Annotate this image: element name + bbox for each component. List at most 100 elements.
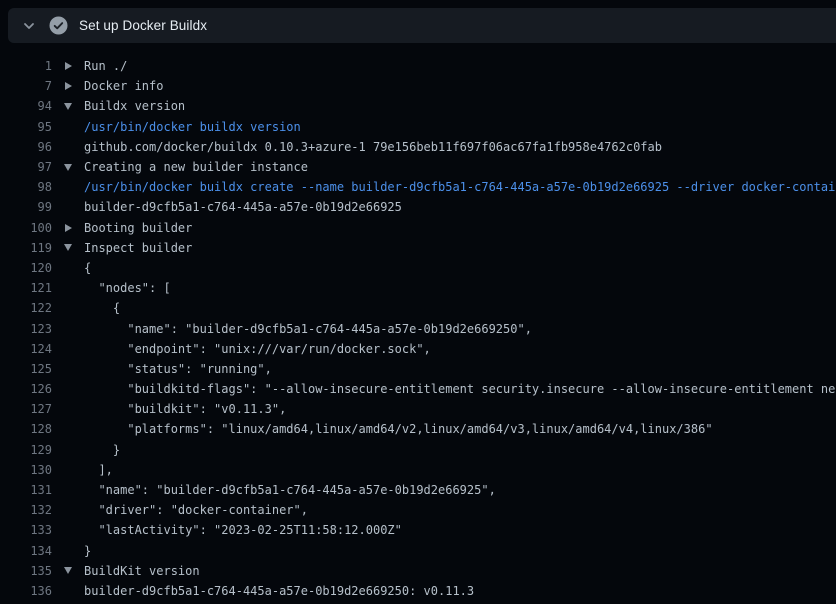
toggle-arrow	[52, 224, 84, 232]
log-text: Inspect builder	[84, 241, 192, 255]
log-line: 127 "buildkit": "v0.11.3",	[0, 399, 836, 419]
log-line: 130 ],	[0, 460, 836, 480]
line-number[interactable]: 136	[0, 584, 52, 598]
log-text: Buildx version	[84, 99, 185, 113]
line-number[interactable]: 130	[0, 463, 52, 477]
log-text: {	[84, 301, 120, 315]
line-number[interactable]: 94	[0, 99, 52, 113]
line-number[interactable]: 128	[0, 422, 52, 436]
line-number[interactable]: 95	[0, 120, 52, 134]
log-line: 125 "status": "running",	[0, 359, 836, 379]
log-text: builder-d9cfb5a1-c764-445a-a57e-0b19d2e6…	[84, 200, 402, 214]
log-text: "buildkitd-flags": "--allow-insecure-ent…	[84, 382, 836, 396]
log-line: 122 {	[0, 298, 836, 318]
triangle-down-icon[interactable]	[64, 164, 72, 171]
log-text: ],	[84, 463, 113, 477]
chevron-down-icon[interactable]	[21, 18, 37, 34]
log-text: "platforms": "linux/amd64,linux/amd64/v2…	[84, 422, 713, 436]
log-line: 129 }	[0, 440, 836, 460]
line-number[interactable]: 134	[0, 544, 52, 558]
toggle-arrow	[52, 567, 84, 574]
toggle-arrow	[52, 244, 84, 251]
toggle-arrow	[52, 62, 84, 70]
line-number[interactable]: 98	[0, 180, 52, 194]
line-number[interactable]: 1	[0, 59, 52, 73]
log-text: {	[84, 261, 91, 275]
line-number[interactable]: 119	[0, 241, 52, 255]
log-text: Docker info	[84, 79, 163, 93]
line-number[interactable]: 100	[0, 221, 52, 235]
line-number[interactable]: 123	[0, 322, 52, 336]
log-line[interactable]: 1 Run ./	[0, 56, 836, 76]
step-title: Set up Docker Buildx	[79, 18, 207, 33]
log-line[interactable]: 119 Inspect builder	[0, 238, 836, 258]
line-number[interactable]: 129	[0, 443, 52, 457]
log-text: BuildKit version	[84, 564, 200, 578]
workflow-log-viewer: Set up Docker Buildx 1 Run ./ 7 Docker i…	[0, 0, 836, 604]
log-line: 124 "endpoint": "unix:///var/run/docker.…	[0, 339, 836, 359]
log-line[interactable]: 100 Booting builder	[0, 218, 836, 238]
step-header[interactable]: Set up Docker Buildx	[8, 8, 836, 43]
log-line: 136 builder-d9cfb5a1-c764-445a-a57e-0b19…	[0, 581, 836, 601]
line-number[interactable]: 133	[0, 523, 52, 537]
log-text: "lastActivity": "2023-02-25T11:58:12.000…	[84, 523, 402, 537]
triangle-right-icon[interactable]	[65, 62, 72, 70]
log-text: Creating a new builder instance	[84, 160, 308, 174]
line-number[interactable]: 96	[0, 140, 52, 154]
triangle-right-icon[interactable]	[65, 82, 72, 90]
log-text: }	[84, 544, 91, 558]
log-text: "name": "builder-d9cfb5a1-c764-445a-a57e…	[84, 322, 532, 336]
log-line: 96 github.com/docker/buildx 0.10.3+azure…	[0, 137, 836, 157]
line-number[interactable]: 132	[0, 503, 52, 517]
log-line: 121 "nodes": [	[0, 278, 836, 298]
log-text: /usr/bin/docker buildx create --name bui…	[84, 180, 836, 194]
log-line: 95 /usr/bin/docker buildx version	[0, 117, 836, 137]
log-text: "status": "running",	[84, 362, 272, 376]
line-number[interactable]: 135	[0, 564, 52, 578]
log-line: 131 "name": "builder-d9cfb5a1-c764-445a-…	[0, 480, 836, 500]
log-text: "name": "builder-d9cfb5a1-c764-445a-a57e…	[84, 483, 496, 497]
line-number[interactable]: 121	[0, 281, 52, 295]
log-line: 133 "lastActivity": "2023-02-25T11:58:12…	[0, 520, 836, 540]
log-line[interactable]: 135 BuildKit version	[0, 561, 836, 581]
toggle-arrow	[52, 103, 84, 110]
line-number[interactable]: 97	[0, 160, 52, 174]
log-line[interactable]: 97 Creating a new builder instance	[0, 157, 836, 177]
log-text: "buildkit": "v0.11.3",	[84, 402, 286, 416]
log-line[interactable]: 94 Buildx version	[0, 96, 836, 116]
line-number[interactable]: 120	[0, 261, 52, 275]
triangle-down-icon[interactable]	[64, 103, 72, 110]
line-number[interactable]: 126	[0, 382, 52, 396]
triangle-down-icon[interactable]	[64, 244, 72, 251]
log-line: 134 }	[0, 541, 836, 561]
log-text: "driver": "docker-container",	[84, 503, 308, 517]
log-text: Booting builder	[84, 221, 192, 235]
log-text: "nodes": [	[84, 281, 171, 295]
line-number[interactable]: 124	[0, 342, 52, 356]
line-number[interactable]: 131	[0, 483, 52, 497]
triangle-right-icon[interactable]	[65, 224, 72, 232]
log-line: 128 "platforms": "linux/amd64,linux/amd6…	[0, 419, 836, 439]
log-lines: 1 Run ./ 7 Docker info 94 Buildx version…	[0, 43, 836, 604]
log-line[interactable]: 7 Docker info	[0, 76, 836, 96]
log-text: builder-d9cfb5a1-c764-445a-a57e-0b19d2e6…	[84, 584, 474, 598]
log-line: 132 "driver": "docker-container",	[0, 500, 836, 520]
toggle-arrow	[52, 82, 84, 90]
log-line: 98 /usr/bin/docker buildx create --name …	[0, 177, 836, 197]
log-text: github.com/docker/buildx 0.10.3+azure-1 …	[84, 140, 662, 154]
line-number[interactable]: 7	[0, 79, 52, 93]
log-line: 99 builder-d9cfb5a1-c764-445a-a57e-0b19d…	[0, 197, 836, 217]
log-line: 126 "buildkitd-flags": "--allow-insecure…	[0, 379, 836, 399]
log-line: 123 "name": "builder-d9cfb5a1-c764-445a-…	[0, 318, 836, 338]
log-line: 120 {	[0, 258, 836, 278]
line-number[interactable]: 122	[0, 301, 52, 315]
line-number[interactable]: 125	[0, 362, 52, 376]
log-text: "endpoint": "unix:///var/run/docker.sock…	[84, 342, 431, 356]
check-circle-icon	[49, 16, 68, 35]
line-number[interactable]: 99	[0, 200, 52, 214]
toggle-arrow	[52, 164, 84, 171]
log-text: /usr/bin/docker buildx version	[84, 120, 301, 134]
log-text: Run ./	[84, 59, 127, 73]
triangle-down-icon[interactable]	[64, 567, 72, 574]
line-number[interactable]: 127	[0, 402, 52, 416]
